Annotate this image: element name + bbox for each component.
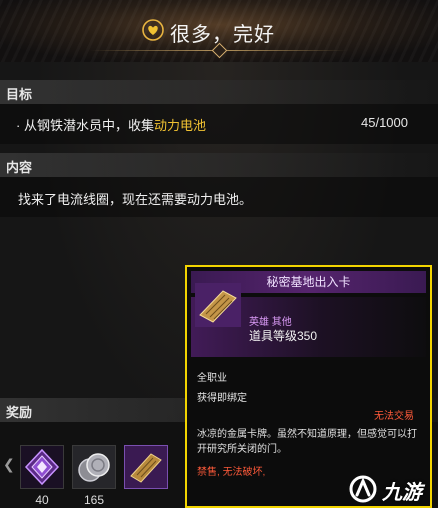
- silver-coins-icon: [73, 446, 115, 488]
- gold-card-icon: [125, 446, 167, 488]
- objective-highlight: 动力电池: [153, 118, 206, 133]
- rewards-scroll-left-icon[interactable]: ❮: [3, 456, 15, 473]
- content-header: 内容: [0, 153, 438, 177]
- watermark-text: 九游: [382, 482, 422, 504]
- reward-slot-card[interactable]: [124, 445, 168, 489]
- objective-text-main: 从钢铁潜水员中，收集: [23, 118, 154, 133]
- reward-count-coins: 165: [83, 493, 105, 507]
- tooltip-grade: 英雄 其他: [249, 317, 292, 328]
- content-header-label: 内容: [6, 160, 33, 175]
- heart-mood-icon: [142, 19, 164, 41]
- tooltip-description: 冰凉的金属卡牌。虽然不知道原理，但感觉可以打开研究所关闭的门。: [197, 429, 417, 455]
- reward-slot-coins[interactable]: [72, 445, 116, 489]
- objective-progress: 45/1000: [361, 115, 408, 130]
- banner-title: 很多，完好: [170, 24, 275, 46]
- keycard-icon: [195, 283, 241, 327]
- reward-slot-gem[interactable]: [20, 445, 64, 489]
- objective-text: · 从钢铁潜水员中，收集动力电池: [16, 115, 206, 134]
- purple-gem-icon: [21, 446, 63, 488]
- watermark-logo-icon: [349, 475, 377, 503]
- content-text: 找来了电流线圈，现在还需要动力电池。: [18, 192, 253, 207]
- tooltip-item-level: 道具等级350: [249, 329, 318, 343]
- objective-header: 目标: [0, 80, 438, 104]
- reward-count-gem: 40: [35, 493, 49, 507]
- objective-header-label: 目标: [6, 87, 33, 102]
- rewards-header-label: 奖励: [6, 405, 33, 420]
- tooltip-class: 全职业: [197, 373, 227, 384]
- objective-bullet: ·: [16, 118, 21, 133]
- tooltip-bind: 获得即绑定: [197, 393, 247, 404]
- tooltip-trade: 无法交易: [374, 411, 414, 422]
- item-tooltip: 秘密基地出入卡 英雄 其他 道具等级350 全职业 获得即绑定 无法交易 冰凉的…: [185, 265, 432, 508]
- watermark: 九游: [348, 474, 434, 504]
